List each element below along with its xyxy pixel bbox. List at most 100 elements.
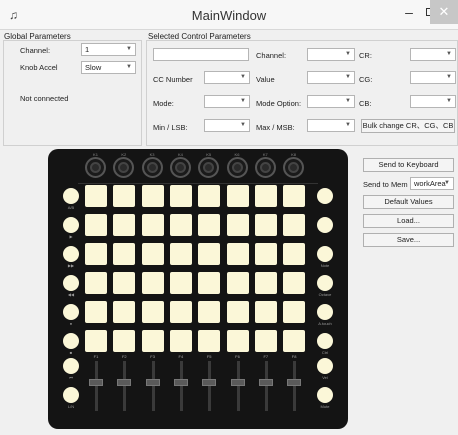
pad[interactable]: [141, 330, 164, 352]
pad[interactable]: [226, 214, 249, 236]
channel-select[interactable]: 1 ▼: [81, 43, 136, 56]
side-button[interactable]: [63, 275, 79, 291]
pad[interactable]: [254, 301, 277, 323]
save-button[interactable]: Save...: [363, 233, 454, 247]
knob-accel-select[interactable]: Slow ▼: [81, 61, 136, 74]
pad[interactable]: [254, 185, 277, 207]
side-button[interactable]: [63, 333, 79, 349]
min-lsb-select[interactable]: ▼: [204, 119, 250, 132]
knob[interactable]: [141, 157, 163, 178]
knob[interactable]: [169, 157, 191, 178]
cr-select[interactable]: ▼: [410, 48, 456, 61]
pad[interactable]: [283, 272, 306, 294]
side-button[interactable]: [63, 217, 79, 233]
fader[interactable]: [258, 379, 273, 386]
pad[interactable]: [113, 185, 136, 207]
side-button[interactable]: [317, 217, 333, 233]
side-button[interactable]: [63, 304, 79, 320]
side-button[interactable]: [63, 246, 79, 262]
pad[interactable]: [85, 330, 107, 352]
pad[interactable]: [283, 185, 306, 207]
pad[interactable]: [113, 301, 136, 323]
pad[interactable]: [254, 214, 277, 236]
pad[interactable]: [198, 214, 221, 236]
pad[interactable]: [283, 330, 306, 352]
pad[interactable]: [85, 185, 107, 207]
pad[interactable]: [169, 272, 192, 294]
knob[interactable]: [198, 157, 220, 178]
pad[interactable]: [85, 272, 107, 294]
pad[interactable]: [113, 330, 136, 352]
cc-number-select[interactable]: ▼: [204, 71, 250, 84]
pad[interactable]: [226, 185, 249, 207]
pad[interactable]: [141, 272, 164, 294]
pad[interactable]: [198, 243, 221, 265]
send-to-keyboard-button[interactable]: Send to Keyboard: [363, 158, 454, 172]
pad[interactable]: [85, 301, 107, 323]
knob[interactable]: [254, 157, 276, 178]
fader[interactable]: [173, 379, 188, 386]
pad[interactable]: [113, 243, 136, 265]
knob[interactable]: [226, 157, 248, 178]
mode-option-select[interactable]: ▼: [307, 95, 355, 108]
cb-select[interactable]: ▼: [410, 95, 456, 108]
pad[interactable]: [226, 272, 249, 294]
close-button[interactable]: ✕: [430, 0, 458, 24]
pad[interactable]: [141, 214, 164, 236]
pad[interactable]: [113, 214, 136, 236]
side-button[interactable]: [63, 188, 79, 204]
pad[interactable]: [113, 272, 136, 294]
pad[interactable]: [169, 185, 192, 207]
pad[interactable]: [226, 243, 249, 265]
fader[interactable]: [145, 379, 160, 386]
pad[interactable]: [85, 243, 107, 265]
send-to-mem-select[interactable]: workArea ▼: [410, 177, 454, 190]
value-select[interactable]: ▼: [307, 71, 355, 84]
load-button[interactable]: Load...: [363, 214, 454, 228]
pad[interactable]: [198, 185, 221, 207]
pad[interactable]: [169, 301, 192, 323]
pad[interactable]: [226, 330, 249, 352]
pad[interactable]: [254, 243, 277, 265]
pad[interactable]: [254, 272, 277, 294]
side-button[interactable]: [317, 387, 333, 403]
pad[interactable]: [169, 214, 192, 236]
pad[interactable]: [85, 214, 107, 236]
bulk-change-button[interactable]: Bulk change CR、CG、CB: [361, 119, 455, 133]
cg-select[interactable]: ▼: [410, 71, 456, 84]
side-button[interactable]: [317, 188, 333, 204]
side-button[interactable]: [317, 333, 333, 349]
fader[interactable]: [117, 379, 132, 386]
fader[interactable]: [287, 379, 302, 386]
side-button[interactable]: [317, 275, 333, 291]
pad[interactable]: [141, 185, 164, 207]
control-name-field[interactable]: [153, 48, 249, 61]
fader[interactable]: [230, 379, 245, 386]
knob[interactable]: [283, 157, 305, 178]
fader[interactable]: [202, 379, 217, 386]
pad[interactable]: [198, 301, 221, 323]
pad[interactable]: [283, 214, 306, 236]
pad[interactable]: [141, 243, 164, 265]
side-button[interactable]: [317, 246, 333, 262]
pad[interactable]: [169, 243, 192, 265]
side-button[interactable]: [63, 358, 79, 374]
pad[interactable]: [169, 330, 192, 352]
default-values-button[interactable]: Default Values: [363, 195, 454, 209]
pad[interactable]: [141, 301, 164, 323]
knob[interactable]: [85, 157, 106, 178]
mode-select[interactable]: ▼: [204, 95, 250, 108]
side-button[interactable]: [317, 304, 333, 320]
pad[interactable]: [226, 301, 249, 323]
sel-channel-select[interactable]: ▼: [307, 48, 355, 61]
side-button[interactable]: [63, 387, 79, 403]
max-msb-select[interactable]: ▼: [307, 119, 355, 132]
side-button[interactable]: [317, 358, 333, 374]
pad[interactable]: [283, 301, 306, 323]
pad[interactable]: [198, 330, 221, 352]
pad[interactable]: [283, 243, 306, 265]
pad[interactable]: [254, 330, 277, 352]
fader[interactable]: [89, 379, 103, 386]
pad[interactable]: [198, 272, 221, 294]
knob[interactable]: [113, 157, 135, 178]
